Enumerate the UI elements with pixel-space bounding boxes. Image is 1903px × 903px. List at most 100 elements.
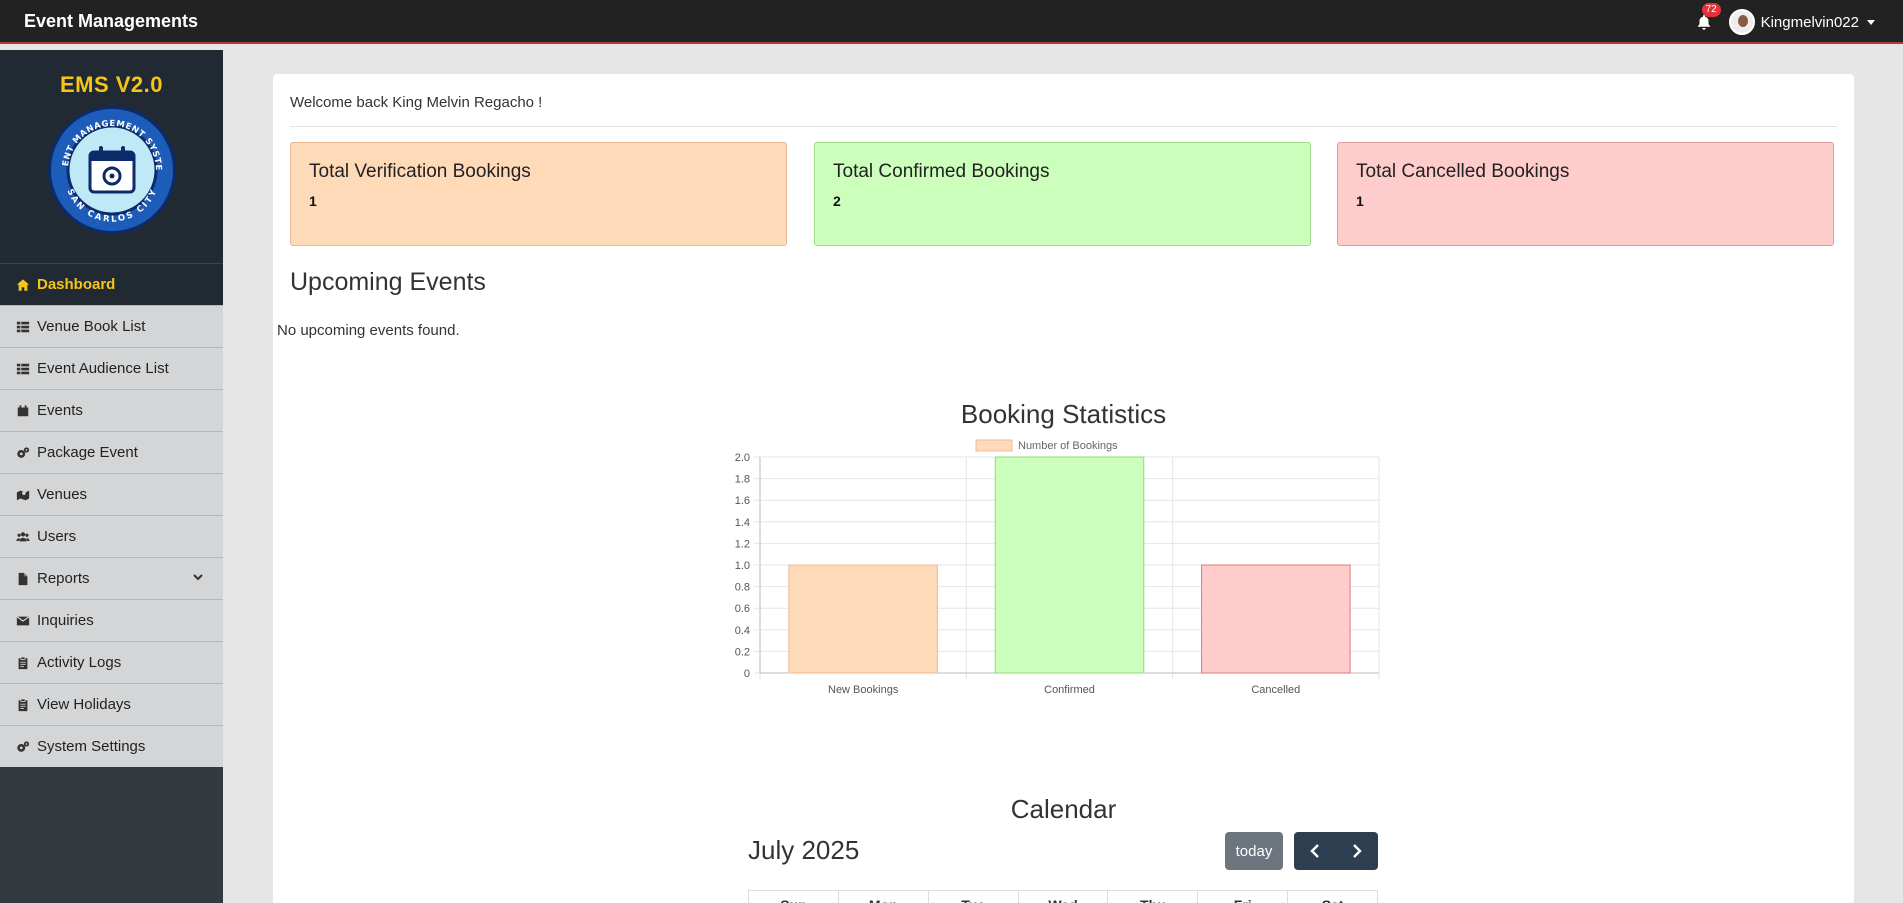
stat-value: 1 [309, 193, 317, 209]
legend-swatch [975, 439, 1013, 452]
sidebar-item-label: Reports [37, 570, 90, 587]
sidebar: EMS V2.0 EVENT MANAGEMENT SYSTEM SAN CAR… [0, 50, 223, 903]
weekday-label: Wed [1019, 891, 1109, 903]
sidebar-item-inquiries[interactable]: Inquiries [0, 599, 223, 641]
sidebar-item-label: Users [37, 528, 77, 545]
sidebar-item-label: View Holidays [37, 696, 131, 713]
main-content: Welcome back King Melvin Regacho ! Total… [273, 74, 1854, 903]
bar-confirmed [994, 456, 1145, 674]
list-icon [16, 362, 33, 376]
cogs-icon [16, 740, 33, 754]
stat-label: Total Verification Bookings [309, 161, 531, 182]
avatar [1728, 9, 1755, 35]
chart-svg: Number of Bookings 0 0.2 0.4 0.6 0.8 1.0 1.2 1.4… [735, 439, 1380, 696]
stat-value: 2 [833, 193, 841, 209]
divider [290, 126, 1837, 127]
calendar-icon [16, 404, 33, 418]
y-tick-label: 0 [744, 668, 750, 680]
sidebar-item-label: Package Event [37, 444, 138, 461]
chevron-left-icon [1310, 844, 1319, 858]
notification-count-badge: 72 [1701, 3, 1721, 17]
stat-value: 1 [1356, 193, 1364, 209]
welcome-message: Welcome back King Melvin Regacho ! [290, 94, 543, 111]
list-icon [16, 320, 33, 334]
y-tick-label: 1.4 [735, 517, 750, 529]
caret-down-icon [1867, 19, 1875, 25]
sidebar-item-events[interactable]: Events [0, 389, 223, 431]
y-tick-label: 1.0 [735, 560, 750, 572]
notification-bell[interactable]: 72 [1693, 3, 1721, 33]
booking-statistics-chart: Number of Bookings 0 0.2 0.4 0.6 0.8 1.0 1.2 1.4… [726, 438, 1386, 758]
weekday-label: Tue [929, 891, 1019, 903]
sidebar-header: EMS V2.0 EVENT MANAGEMENT SYSTEM SAN CAR… [0, 50, 223, 263]
stat-card-cancelled: Total Cancelled Bookings 1 [1337, 142, 1834, 246]
sidebar-item-venue-book-list[interactable]: Venue Book List [0, 305, 223, 347]
sidebar-item-users[interactable]: Users [0, 515, 223, 557]
y-tick-label: 0.6 [735, 603, 750, 615]
calendar-month: July 2025 [748, 835, 860, 865]
weekday-label: Sat [1288, 891, 1377, 903]
y-tick-label: 0.4 [735, 625, 750, 637]
sidebar-item-label: Dashboard [37, 276, 116, 293]
chevron-right-icon [1353, 844, 1362, 858]
x-tick-label: New Bookings [828, 684, 899, 696]
app-brand[interactable]: Event Managements [24, 11, 198, 32]
ems-logo: EVENT MANAGEMENT SYSTEM SAN CARLOS CITY [46, 104, 176, 234]
prev-month-button[interactable] [1294, 832, 1336, 870]
sidebar-item-label: Events [37, 402, 83, 419]
sidebar-item-label: Venues [37, 486, 88, 503]
sidebar-item-reports[interactable]: Reports [0, 557, 223, 599]
file-icon [16, 572, 33, 586]
sidebar-item-view-holidays[interactable]: View Holidays [0, 683, 223, 725]
sidebar-item-activity-logs[interactable]: Activity Logs [0, 641, 223, 683]
y-tick-label: 1.2 [735, 538, 750, 550]
weekday-label: Sun [749, 891, 839, 903]
y-tick-label: 2.0 [735, 452, 750, 464]
sidebar-item-label: Activity Logs [37, 654, 122, 671]
home-icon [16, 278, 33, 292]
stat-card-verification: Total Verification Bookings 1 [290, 142, 787, 246]
y-tick-label: 1.8 [735, 474, 750, 486]
clipboard-icon [16, 697, 33, 712]
x-tick-label: Confirmed [1044, 684, 1095, 696]
map-marker-icon [16, 488, 33, 502]
clipboard-icon [16, 655, 33, 670]
next-month-button[interactable] [1336, 832, 1378, 870]
x-tick-label: Cancelled [1251, 684, 1300, 696]
user-menu[interactable]: Kingmelvin022 [1728, 9, 1875, 35]
sidebar-item-venues[interactable]: Venues [0, 473, 223, 515]
users-icon [16, 530, 33, 544]
cogs-icon [16, 446, 33, 460]
calendar-nav-group [1294, 832, 1378, 870]
sidebar-item-dashboard[interactable]: Dashboard [0, 263, 223, 305]
bar-cancelled [1201, 564, 1351, 674]
sidebar-item-label: Inquiries [37, 612, 94, 629]
calendar-weekday-header: Sun Mon Tue Wed Thu Fri Sat [748, 890, 1378, 903]
envelope-icon [16, 614, 33, 628]
stat-label: Total Confirmed Bookings [833, 161, 1050, 182]
weekday-label: Mon [839, 891, 929, 903]
sidebar-item-system-settings[interactable]: System Settings [0, 725, 223, 767]
sidebar-nav: Dashboard Venue Book List Event Audience… [0, 263, 223, 767]
sidebar-item-label: System Settings [37, 738, 146, 755]
weekday-label: Thu [1108, 891, 1199, 903]
username-label: Kingmelvin022 [1760, 13, 1859, 31]
stat-card-confirmed: Total Confirmed Bookings 2 [814, 142, 1311, 246]
stat-label: Total Cancelled Bookings [1356, 161, 1570, 182]
sidebar-item-label: Event Audience List [37, 360, 169, 377]
today-button[interactable]: today [1225, 832, 1283, 870]
sidebar-item-package-event[interactable]: Package Event [0, 431, 223, 473]
y-tick-label: 0.8 [735, 582, 750, 594]
sidebar-item-label: Venue Book List [37, 318, 146, 335]
top-navbar: Event Managements 72 Kingmelvin022 [0, 0, 1903, 44]
upcoming-events-title: Upcoming Events [290, 268, 486, 296]
chart-heading: Booking Statistics [960, 399, 1167, 429]
topbar-right: 72 Kingmelvin022 [1693, 0, 1875, 44]
upcoming-events-empty: No upcoming events found. [277, 322, 460, 339]
y-tick-label: 0.2 [735, 646, 750, 658]
calendar-title: Calendar [1010, 794, 1117, 824]
chevron-down-icon [193, 574, 203, 581]
sidebar-item-event-audience-list[interactable]: Event Audience List [0, 347, 223, 389]
sidebar-title: EMS V2.0 [59, 72, 164, 97]
legend-label: Number of Bookings [1018, 440, 1118, 452]
